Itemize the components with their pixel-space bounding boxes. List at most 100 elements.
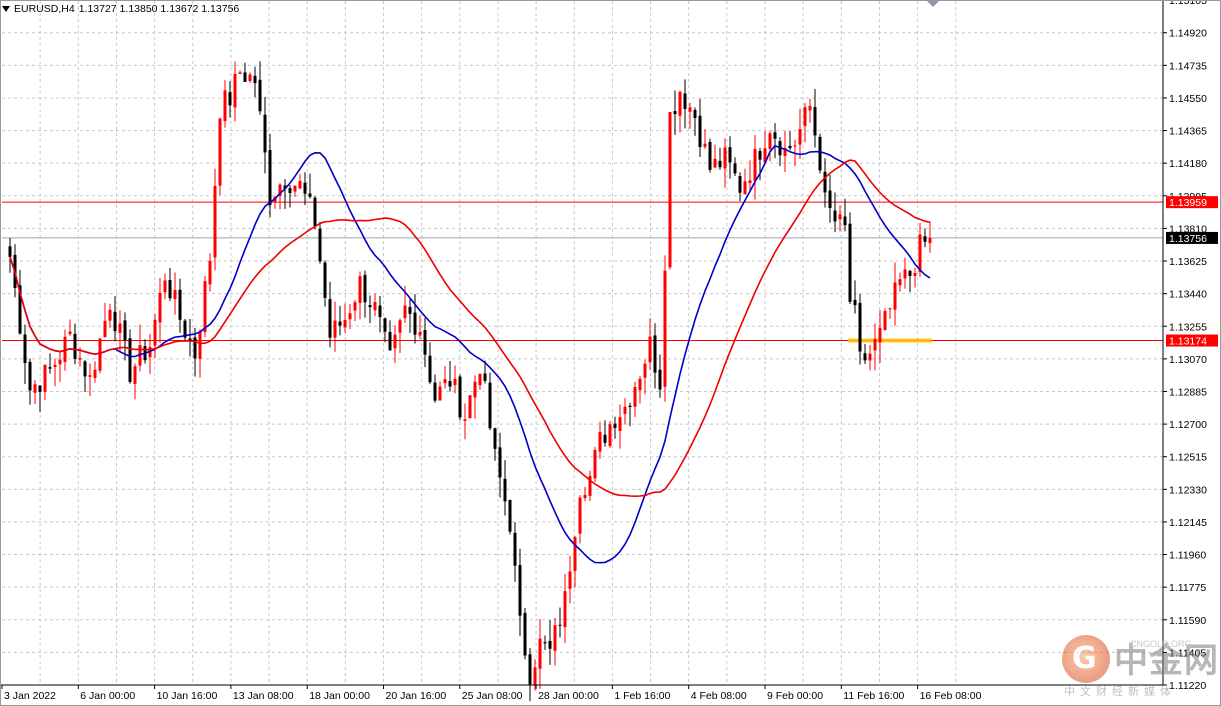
candle-body	[773, 132, 777, 139]
candle-body	[358, 276, 362, 303]
candle-body	[253, 75, 257, 84]
chart-shift-marker-icon[interactable]	[926, 0, 940, 7]
candle-body	[628, 405, 632, 408]
candle-body	[853, 299, 857, 306]
y-tick-label: 1.12330	[1169, 484, 1207, 496]
dropdown-triangle-icon[interactable]	[2, 6, 10, 12]
candle-body	[723, 147, 727, 169]
y-tick-label: 1.12700	[1169, 419, 1207, 431]
candle-body	[618, 417, 622, 431]
candle-body	[928, 237, 932, 244]
y-tick-label: 1.11775	[1169, 582, 1206, 594]
y-tick-label: 1.12145	[1169, 517, 1207, 529]
candle-body	[863, 353, 867, 361]
price-chart[interactable]: 1.15105 1.14920 1.14735 1.14550 1.14365 1.141…	[0, 0, 1221, 706]
candle-body	[348, 313, 352, 320]
x-tick-label: 18 Jan 00:00	[309, 690, 370, 702]
x-tick-label: 9 Feb 00:00	[767, 690, 823, 702]
candle-body	[23, 334, 27, 364]
candle-body	[413, 312, 417, 335]
candle-body	[728, 147, 732, 163]
candle-body	[368, 305, 372, 308]
candle-body	[418, 332, 422, 336]
x-tick-label: 11 Feb 16:00	[843, 690, 904, 702]
candle-body	[868, 353, 872, 361]
candle-body	[843, 216, 847, 226]
candle-body	[893, 282, 897, 310]
price-axis: 1.15105 1.14920 1.14735 1.14550 1.14365 1.141…	[0, 0, 1207, 692]
candle-body	[498, 447, 502, 478]
y-tick-label: 1.13070	[1169, 354, 1207, 366]
candle-body	[663, 270, 667, 387]
y-tick-label: 1.13625	[1169, 256, 1207, 268]
candle-body	[653, 335, 657, 373]
candle-body	[583, 494, 587, 499]
candle-body	[208, 260, 212, 285]
candle-body	[263, 114, 267, 153]
candle-body	[73, 333, 77, 359]
candle-body	[518, 565, 522, 616]
candle-body	[823, 171, 827, 193]
candle-body	[453, 378, 457, 386]
candle-body	[303, 182, 307, 194]
candle-body	[388, 331, 392, 351]
y-tick-label: 1.11960	[1169, 550, 1206, 562]
candle-body	[738, 176, 742, 193]
candle-body	[133, 366, 137, 384]
y-tick-label: 1.11590	[1169, 615, 1206, 627]
x-tick-label: 20 Jan 16:00	[386, 690, 447, 702]
candle-body	[558, 624, 562, 626]
candle-body	[293, 185, 297, 192]
candle-body	[153, 319, 157, 346]
candle-body	[638, 378, 642, 391]
candle-body	[258, 79, 262, 112]
candlesticks	[8, 61, 932, 702]
candle-body	[678, 91, 682, 116]
candle-body	[658, 369, 662, 390]
candle-body	[238, 72, 242, 74]
candle-body	[458, 376, 462, 418]
x-tick-label: 28 Jan 00:00	[538, 690, 599, 702]
candle-body	[93, 369, 97, 378]
candle-body	[483, 373, 487, 381]
candle-body	[633, 387, 637, 407]
x-tick-label: 6 Jan 00:00	[80, 690, 135, 702]
candle-body	[673, 111, 677, 115]
candle-body	[298, 180, 302, 189]
y-tick-label: 1.14735	[1169, 60, 1207, 72]
candle-body	[603, 434, 607, 443]
candle-body	[923, 236, 927, 242]
candle-body	[833, 210, 837, 222]
candle-body	[693, 109, 697, 118]
candle-body	[108, 309, 112, 321]
watermark-url: CNGOLD.ORG	[1130, 639, 1192, 649]
candle-body	[188, 338, 192, 341]
x-tick-label: 16 Feb 08:00	[920, 690, 982, 702]
candle-body	[688, 107, 692, 112]
candle-body	[338, 321, 342, 326]
candle-body	[758, 150, 762, 160]
candle-body	[223, 90, 227, 122]
ohlc-quote: 1.13727 1.13850 1.13672 1.13756	[78, 3, 240, 15]
candle-body	[608, 424, 612, 446]
y-tick-label: 1.13440	[1169, 289, 1207, 301]
candle-body	[403, 305, 407, 319]
candle-body	[793, 145, 797, 147]
candle-body	[733, 163, 737, 174]
candle-body	[373, 301, 377, 311]
candle-body	[623, 406, 627, 414]
candle-body	[718, 160, 722, 168]
candle-body	[178, 289, 182, 320]
candle-body	[198, 331, 202, 359]
candle-body	[308, 193, 312, 197]
candle-body	[848, 223, 852, 302]
candle-body	[918, 234, 922, 272]
candle-body	[513, 532, 517, 566]
x-tick-label: 4 Feb 08:00	[691, 690, 747, 702]
candle-body	[753, 148, 757, 182]
candle-body	[168, 280, 172, 299]
candle-body	[838, 214, 842, 220]
candle-body	[878, 327, 882, 343]
candle-body	[218, 118, 222, 186]
candle-body	[123, 320, 127, 341]
